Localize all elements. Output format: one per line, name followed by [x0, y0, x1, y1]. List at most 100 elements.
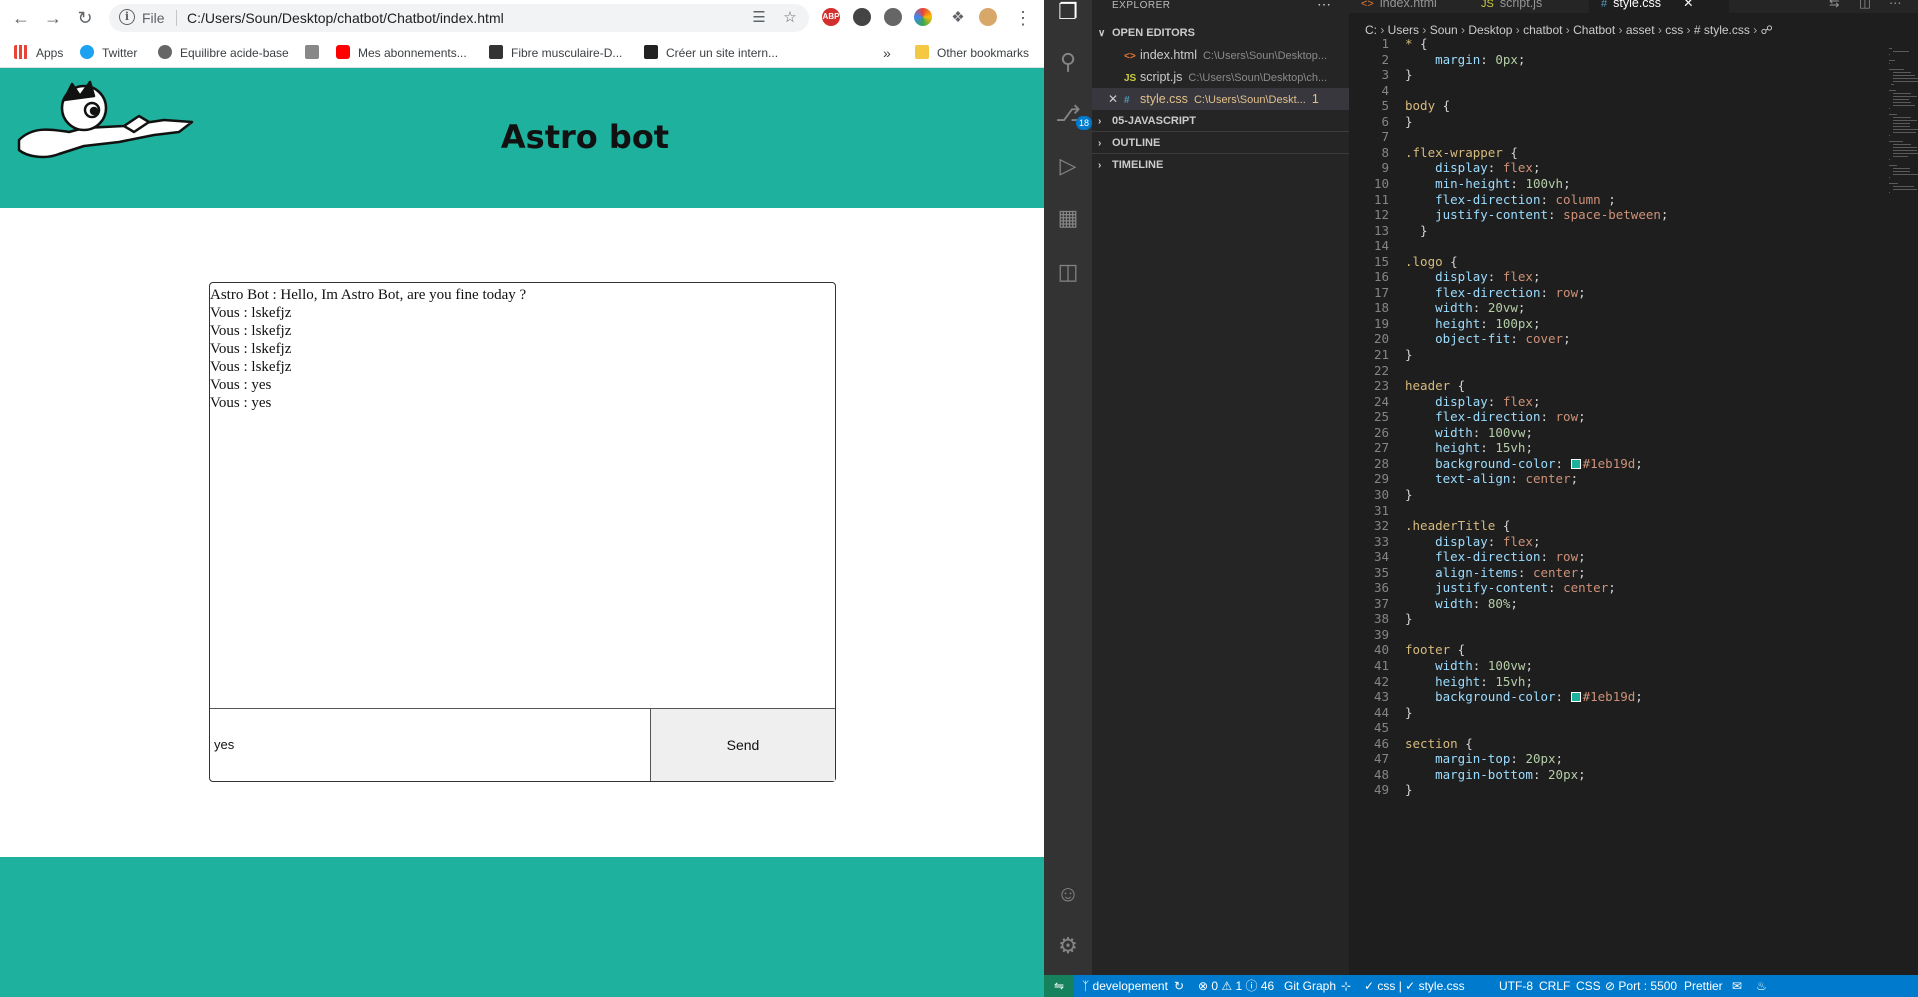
section-open-editors[interactable]: ∨ OPEN EDITORS: [1092, 22, 1349, 44]
breadcrumb-item[interactable]: css: [1665, 23, 1683, 37]
bookmark-youtube[interactable]: Mes abonnements...: [336, 44, 467, 62]
code-line[interactable]: }: [1405, 611, 1413, 626]
menu-kebab-icon[interactable]: ⋮: [1012, 7, 1034, 29]
breadcrumb-item[interactable]: # style.css: [1694, 23, 1750, 37]
eraser-icon[interactable]: [853, 8, 871, 26]
language-mode[interactable]: CSS: [1576, 975, 1601, 997]
git-graph-button[interactable]: Git Graph: [1284, 975, 1336, 997]
code-line[interactable]: }: [1405, 67, 1413, 82]
close-icon[interactable]: ✕: [1108, 88, 1124, 110]
code-line[interactable]: footer {: [1405, 642, 1465, 657]
code-line[interactable]: body {: [1405, 98, 1450, 113]
bookmark-fibre[interactable]: Fibre musculaire-D...: [489, 44, 622, 62]
code-line[interactable]: }: [1405, 223, 1428, 238]
code-line[interactable]: .headerTitle {: [1405, 518, 1510, 533]
sync-icon[interactable]: ↻: [1174, 975, 1184, 997]
code-line[interactable]: flex-direction: row;: [1405, 285, 1586, 300]
code-line[interactable]: display: flex;: [1405, 160, 1540, 175]
code-line[interactable]: justify-content: center;: [1405, 580, 1616, 595]
translate-icon[interactable]: ☰: [750, 9, 768, 27]
avatar[interactable]: [979, 8, 997, 26]
reload-icon[interactable]: ↻: [74, 7, 96, 29]
code-line[interactable]: height: 100px;: [1405, 316, 1540, 331]
code-line[interactable]: align-items: center;: [1405, 565, 1586, 580]
lint-status[interactable]: ✓ css | ✓ style.css: [1364, 975, 1465, 997]
prettier-status[interactable]: Prettier: [1684, 975, 1723, 997]
code-line[interactable]: height: 15vh;: [1405, 440, 1533, 455]
source-control-icon[interactable]: ⎇ 18: [1052, 98, 1093, 130]
code-line[interactable]: * {: [1405, 36, 1428, 51]
code-line[interactable]: }: [1405, 705, 1413, 720]
breadcrumb-item[interactable]: asset: [1626, 23, 1655, 37]
code-line[interactable]: margin: 0px;: [1405, 52, 1525, 67]
branch-status[interactable]: ᛉ developement: [1082, 975, 1168, 997]
eol-status[interactable]: CRLF: [1539, 975, 1570, 997]
star-icon[interactable]: ☆: [781, 9, 799, 27]
code-line[interactable]: background-color: #1eb19d;: [1405, 689, 1643, 704]
more-actions-icon[interactable]: ⋯: [1317, 0, 1331, 13]
more-actions-icon[interactable]: ⋯: [1889, 0, 1909, 13]
code-line[interactable]: }: [1405, 347, 1413, 362]
section-outline[interactable]: › OUTLINE: [1092, 132, 1349, 154]
url-text[interactable]: C:/Users/Soun/Desktop/chatbot/Chatbot/in…: [187, 10, 504, 26]
breadcrumb[interactable]: C: › Users › Soun › Desktop › chatbot › …: [1365, 23, 1773, 37]
problems-status[interactable]: ⊗ 0 ⚠ 1 ⓘ 46: [1198, 975, 1274, 997]
tab-style-css[interactable]: # style.css ✕: [1589, 0, 1729, 13]
code-line[interactable]: margin-bottom: 20px;: [1405, 767, 1586, 782]
code-line[interactable]: width: 20vw;: [1405, 300, 1525, 315]
feedback-icon[interactable]: ✉: [1732, 975, 1742, 997]
code-line[interactable]: .logo {: [1405, 254, 1458, 269]
code-line[interactable]: display: flex;: [1405, 534, 1540, 549]
close-tab-icon[interactable]: ✕: [1683, 0, 1693, 10]
back-arrow-icon[interactable]: ←: [10, 7, 32, 29]
code-line[interactable]: flex-direction: column ;: [1405, 192, 1616, 207]
code-line[interactable]: display: flex;: [1405, 394, 1540, 409]
puzzle-icon[interactable]: ❖: [947, 7, 969, 29]
minimap[interactable]: [1889, 48, 1918, 218]
adblock-icon[interactable]: ABP: [822, 8, 840, 26]
extension-icon[interactable]: [884, 8, 902, 26]
remote-icon[interactable]: ⇋: [1044, 975, 1074, 997]
breadcrumb-item[interactable]: Chatbot: [1573, 23, 1615, 37]
code-line[interactable]: width: 100vw;: [1405, 425, 1533, 440]
search-icon[interactable]: ⚲: [1052, 46, 1084, 78]
code-line[interactable]: margin-top: 20px;: [1405, 751, 1563, 766]
notifications-bell-icon[interactable]: ♨: [1756, 975, 1767, 997]
accounts-icon[interactable]: ☺: [1052, 878, 1084, 910]
bookmark-twitter[interactable]: Twitter: [80, 44, 137, 62]
code-line[interactable]: width: 100vw;: [1405, 658, 1533, 673]
breadcrumb-item[interactable]: ☍: [1761, 23, 1773, 37]
code-line[interactable]: height: 15vh;: [1405, 674, 1533, 689]
tab-script-js[interactable]: JS script.js: [1469, 0, 1589, 13]
breadcrumb-item[interactable]: Users: [1388, 23, 1419, 37]
run-debug-icon[interactable]: ▷: [1052, 150, 1084, 182]
bookmarks-overflow-button[interactable]: »: [883, 44, 891, 62]
code-line[interactable]: min-height: 100vh;: [1405, 176, 1571, 191]
extensions-icon[interactable]: ▦: [1052, 202, 1084, 234]
section-project[interactable]: › 05-JAVASCRIPT: [1092, 110, 1349, 132]
open-editor-index-html[interactable]: <> index.html C:\Users\Soun\Desktop...: [1092, 44, 1349, 66]
info-icon[interactable]: i: [119, 9, 135, 25]
address-bar[interactable]: i File C:/Users/Soun/Desktop/chatbot/Cha…: [109, 4, 809, 32]
code-line[interactable]: header {: [1405, 378, 1465, 393]
forward-arrow-icon[interactable]: →: [42, 7, 64, 29]
code-line[interactable]: }: [1405, 782, 1413, 797]
breadcrumb-item[interactable]: chatbot: [1523, 23, 1562, 37]
color-picker-icon[interactable]: [914, 8, 932, 26]
chat-input[interactable]: yes: [210, 708, 651, 781]
code-line[interactable]: .flex-wrapper {: [1405, 145, 1518, 160]
explorer-files-icon[interactable]: ❐: [1052, 0, 1084, 28]
code-line[interactable]: section {: [1405, 736, 1473, 751]
encoding-status[interactable]: UTF-8: [1499, 975, 1533, 997]
split-editor-icon[interactable]: ◫: [1859, 0, 1879, 13]
settings-gear-icon[interactable]: ⚙: [1052, 930, 1084, 962]
bookmark-wix[interactable]: Créer un site intern...: [644, 44, 778, 62]
open-editor-script-js[interactable]: JS script.js C:\Users\Soun\Desktop\ch...: [1092, 66, 1349, 88]
live-server-port[interactable]: ⊘ Port : 5500: [1605, 975, 1677, 997]
code-line[interactable]: }: [1405, 114, 1413, 129]
bookmark-apps[interactable]: Apps: [14, 44, 63, 62]
bookmark-equilibre[interactable]: Equilibre acide-base: [158, 44, 289, 62]
code-line[interactable]: }: [1405, 487, 1413, 502]
send-button[interactable]: Send: [651, 708, 835, 781]
remote-explorer-icon[interactable]: ◫: [1052, 256, 1084, 288]
